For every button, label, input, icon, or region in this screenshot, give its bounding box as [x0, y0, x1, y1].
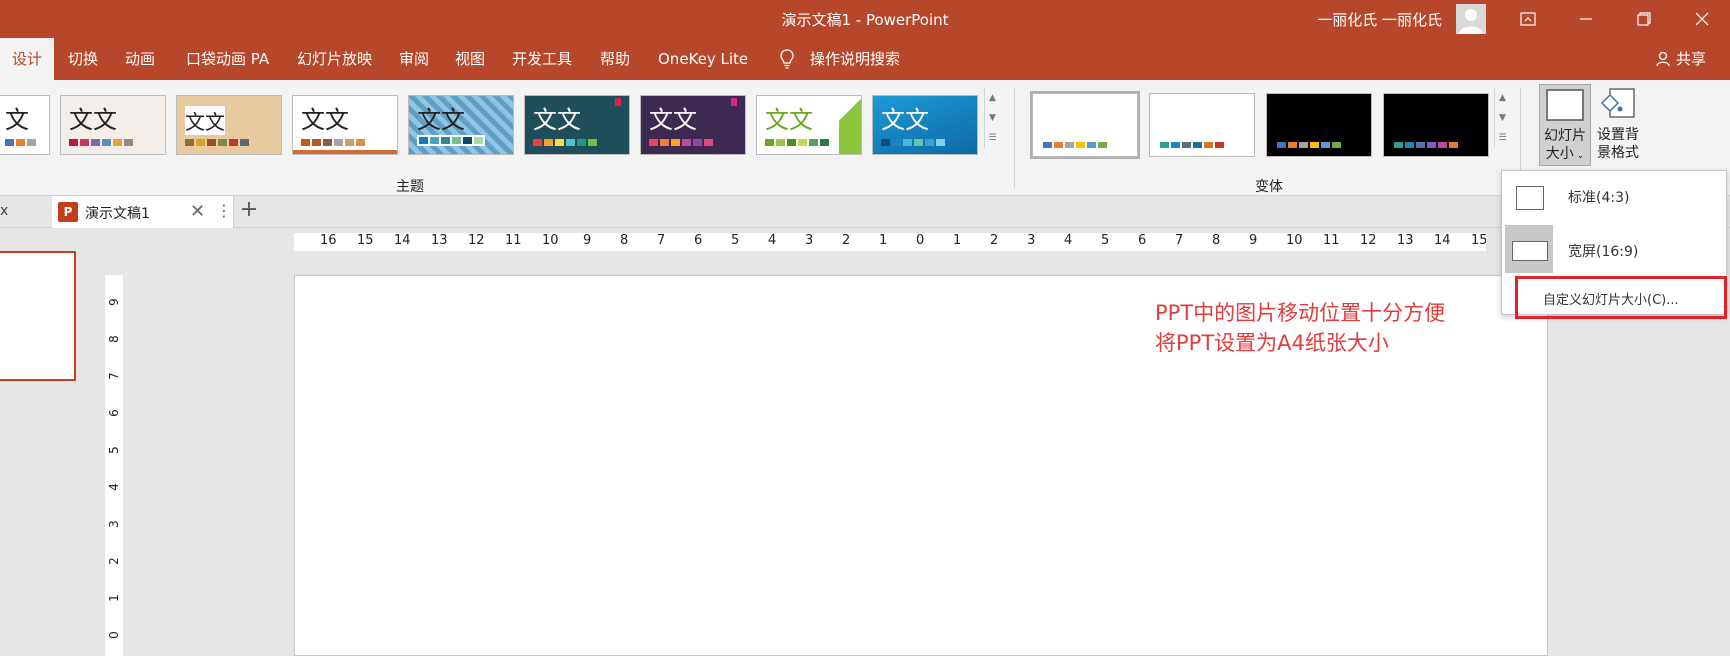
slide-size-icon	[1546, 89, 1584, 121]
tab-pocket-animation[interactable]: 口袋动画 PA	[174, 38, 281, 80]
minimize-button[interactable]	[1558, 0, 1614, 38]
variant-thumbnail[interactable]	[1383, 93, 1489, 157]
close-icon[interactable]: ✕	[190, 201, 205, 222]
tab-slide-show[interactable]: 幻灯片放映	[285, 38, 384, 80]
tab-design[interactable]: 设计	[0, 38, 55, 80]
ribbon-design-panel: 文 文文 文文 文文 文文 文文 文文 文文 文文 ▲ ▼ ☰ 主题 ▲ ▼ ☰…	[0, 80, 1730, 196]
vertical-ruler: 9 8 7 6 5 4 3 2 1 0	[105, 275, 123, 656]
scroll-down-icon[interactable]: ▼	[985, 108, 1000, 128]
slide-size-button[interactable]: 幻灯片 大小 ⌄	[1539, 84, 1591, 166]
powerpoint-icon: P	[58, 202, 78, 222]
avatar[interactable]	[1456, 4, 1486, 34]
highlight-box	[1515, 276, 1727, 319]
scroll-up-icon[interactable]: ▲	[1495, 88, 1510, 108]
menu-item-widescreen[interactable]: 宽屏(16:9)	[1502, 225, 1726, 275]
variants-gallery-scroll[interactable]: ▲ ▼ ☰	[1494, 88, 1510, 148]
close-icon	[1695, 12, 1709, 26]
theme-thumbnail[interactable]: 文文	[60, 95, 166, 155]
horizontal-ruler: 16 15 14 13 12 11 10 9 8 7 6 5 4 3 2 1 0…	[294, 233, 1486, 251]
restore-icon	[1637, 12, 1651, 26]
variant-thumbnail[interactable]	[1266, 93, 1372, 157]
user-name[interactable]: 一丽化氏 一丽化氏	[1317, 9, 1442, 30]
document-tab[interactable]: P 演示文稿1 ✕ ⋮	[52, 196, 234, 228]
group-divider	[1014, 88, 1015, 188]
theme-thumbnail[interactable]: 文文	[176, 95, 282, 155]
theme-thumbnail[interactable]: 文文	[872, 95, 978, 155]
tab-transitions[interactable]: 切换	[56, 38, 110, 80]
scroll-down-icon[interactable]: ▼	[1495, 108, 1510, 128]
tab-review[interactable]: 审阅	[387, 38, 441, 80]
slide-thumbnail-pane	[0, 229, 100, 656]
person-icon	[1656, 51, 1670, 67]
scroll-up-icon[interactable]: ▲	[985, 88, 1000, 108]
minimize-icon	[1580, 18, 1592, 20]
tab-animations[interactable]: 动画	[113, 38, 167, 80]
format-bg-label-1: 设置背	[1597, 127, 1639, 143]
variants-group-label: 变体	[1255, 179, 1283, 195]
variant-thumbnail[interactable]	[1030, 91, 1140, 159]
document-tab-name: 演示文稿1	[85, 206, 150, 222]
ribbon-display-options-button[interactable]	[1500, 0, 1556, 38]
theme-thumbnail[interactable]: 文文	[524, 95, 630, 155]
ribbon-tabs: 设计 切换 动画 口袋动画 PA 幻灯片放映 审阅 视图 开发工具 帮助 One…	[0, 38, 1730, 80]
close-button[interactable]	[1674, 0, 1730, 38]
themes-gallery-scroll[interactable]: ▲ ▼ ☰	[984, 88, 1000, 148]
standard-size-icon	[1516, 186, 1544, 210]
theme-thumbnail[interactable]: 文文	[640, 95, 746, 155]
more-icon[interactable]: ☰	[1495, 128, 1510, 148]
tell-me-label: 操作说明搜索	[810, 50, 901, 68]
variant-thumbnail[interactable]	[1149, 93, 1255, 157]
share-button[interactable]: 共享	[1656, 38, 1706, 80]
add-tab-icon[interactable]: +	[236, 197, 262, 222]
slide-thumbnail[interactable]	[0, 251, 76, 381]
more-icon[interactable]: ☰	[985, 128, 1000, 148]
tab-view[interactable]: 视图	[443, 38, 497, 80]
tab-help[interactable]: 帮助	[588, 38, 642, 80]
themes-group-label: 主题	[396, 179, 424, 195]
format-background-button[interactable]: 设置背 景格式	[1592, 84, 1644, 166]
close-icon[interactable]: x	[0, 203, 8, 219]
tell-me-search[interactable]: 操作说明搜索	[770, 38, 912, 80]
annotation-line-1: PPT中的图片移动位置十分方便	[1155, 301, 1446, 325]
format-bg-label-2: 景格式	[1597, 145, 1639, 161]
chevron-down-icon: ⌄	[1573, 151, 1585, 161]
slide-size-label-2: 大小	[1545, 146, 1574, 162]
slide-size-label-1: 幻灯片	[1544, 128, 1586, 144]
annotation-note: PPT中的图片移动位置十分方便 将PPT设置为A4纸张大小	[1155, 298, 1445, 358]
theme-thumbnail[interactable]: 文文	[408, 95, 514, 155]
theme-thumbnail[interactable]: 文文	[756, 95, 862, 155]
more-options-icon[interactable]: ⋮	[216, 201, 232, 220]
title-bar: 演示文稿1 - PowerPoint 一丽化氏 一丽化氏	[0, 0, 1730, 38]
theme-thumbnail[interactable]: 文文	[292, 95, 398, 155]
format-background-icon	[1600, 88, 1635, 118]
theme-thumbnail[interactable]: 文	[0, 95, 50, 155]
document-tab-strip: x P 演示文稿1 ✕ ⋮ +	[0, 196, 1730, 228]
tab-developer[interactable]: 开发工具	[500, 38, 584, 80]
ribbon-display-icon	[1520, 12, 1536, 26]
menu-item-standard[interactable]: 标准(4:3)	[1502, 171, 1726, 221]
share-label: 共享	[1675, 50, 1706, 68]
annotation-line-2: 将PPT设置为A4纸张大小	[1155, 331, 1389, 355]
restore-button[interactable]	[1616, 0, 1672, 38]
widescreen-size-icon	[1512, 241, 1548, 261]
lightbulb-icon	[780, 49, 794, 69]
tab-onekey-lite[interactable]: OneKey Lite	[646, 38, 760, 80]
